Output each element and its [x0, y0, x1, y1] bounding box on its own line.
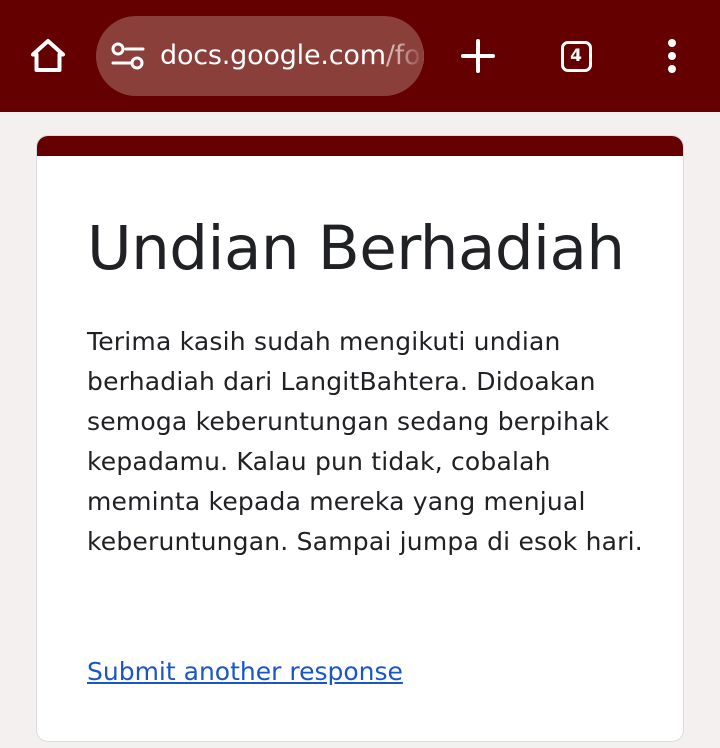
form-confirmation-card: Undian Berhadiah Terima kasih sudah meng… [36, 135, 684, 742]
new-tab-button[interactable] [452, 30, 504, 82]
address-bar[interactable]: docs.google.com/for [96, 16, 424, 96]
browser-menu-button[interactable] [646, 30, 698, 82]
more-vert-icon [668, 39, 676, 73]
form-title: Undian Berhadiah [87, 213, 625, 284]
tab-switcher-icon: 4 [560, 40, 592, 72]
form-accent-bar [37, 136, 683, 156]
url-fade [398, 16, 424, 96]
home-button[interactable] [22, 30, 74, 82]
site-settings-icon[interactable] [110, 40, 146, 72]
home-icon [31, 39, 65, 72]
url-text[interactable]: docs.google.com/for [160, 16, 424, 96]
tab-switcher-button[interactable]: 4 [550, 30, 602, 82]
confirmation-message: Terima kasih sudah mengikuti undian berh… [87, 327, 643, 556]
browser-toolbar: docs.google.com/for 4 [0, 0, 720, 112]
plus-icon [461, 39, 495, 73]
submit-another-response-link[interactable]: Submit another response [87, 652, 403, 692]
url-host: docs.google.com [160, 40, 386, 71]
tab-count: 4 [570, 46, 582, 66]
